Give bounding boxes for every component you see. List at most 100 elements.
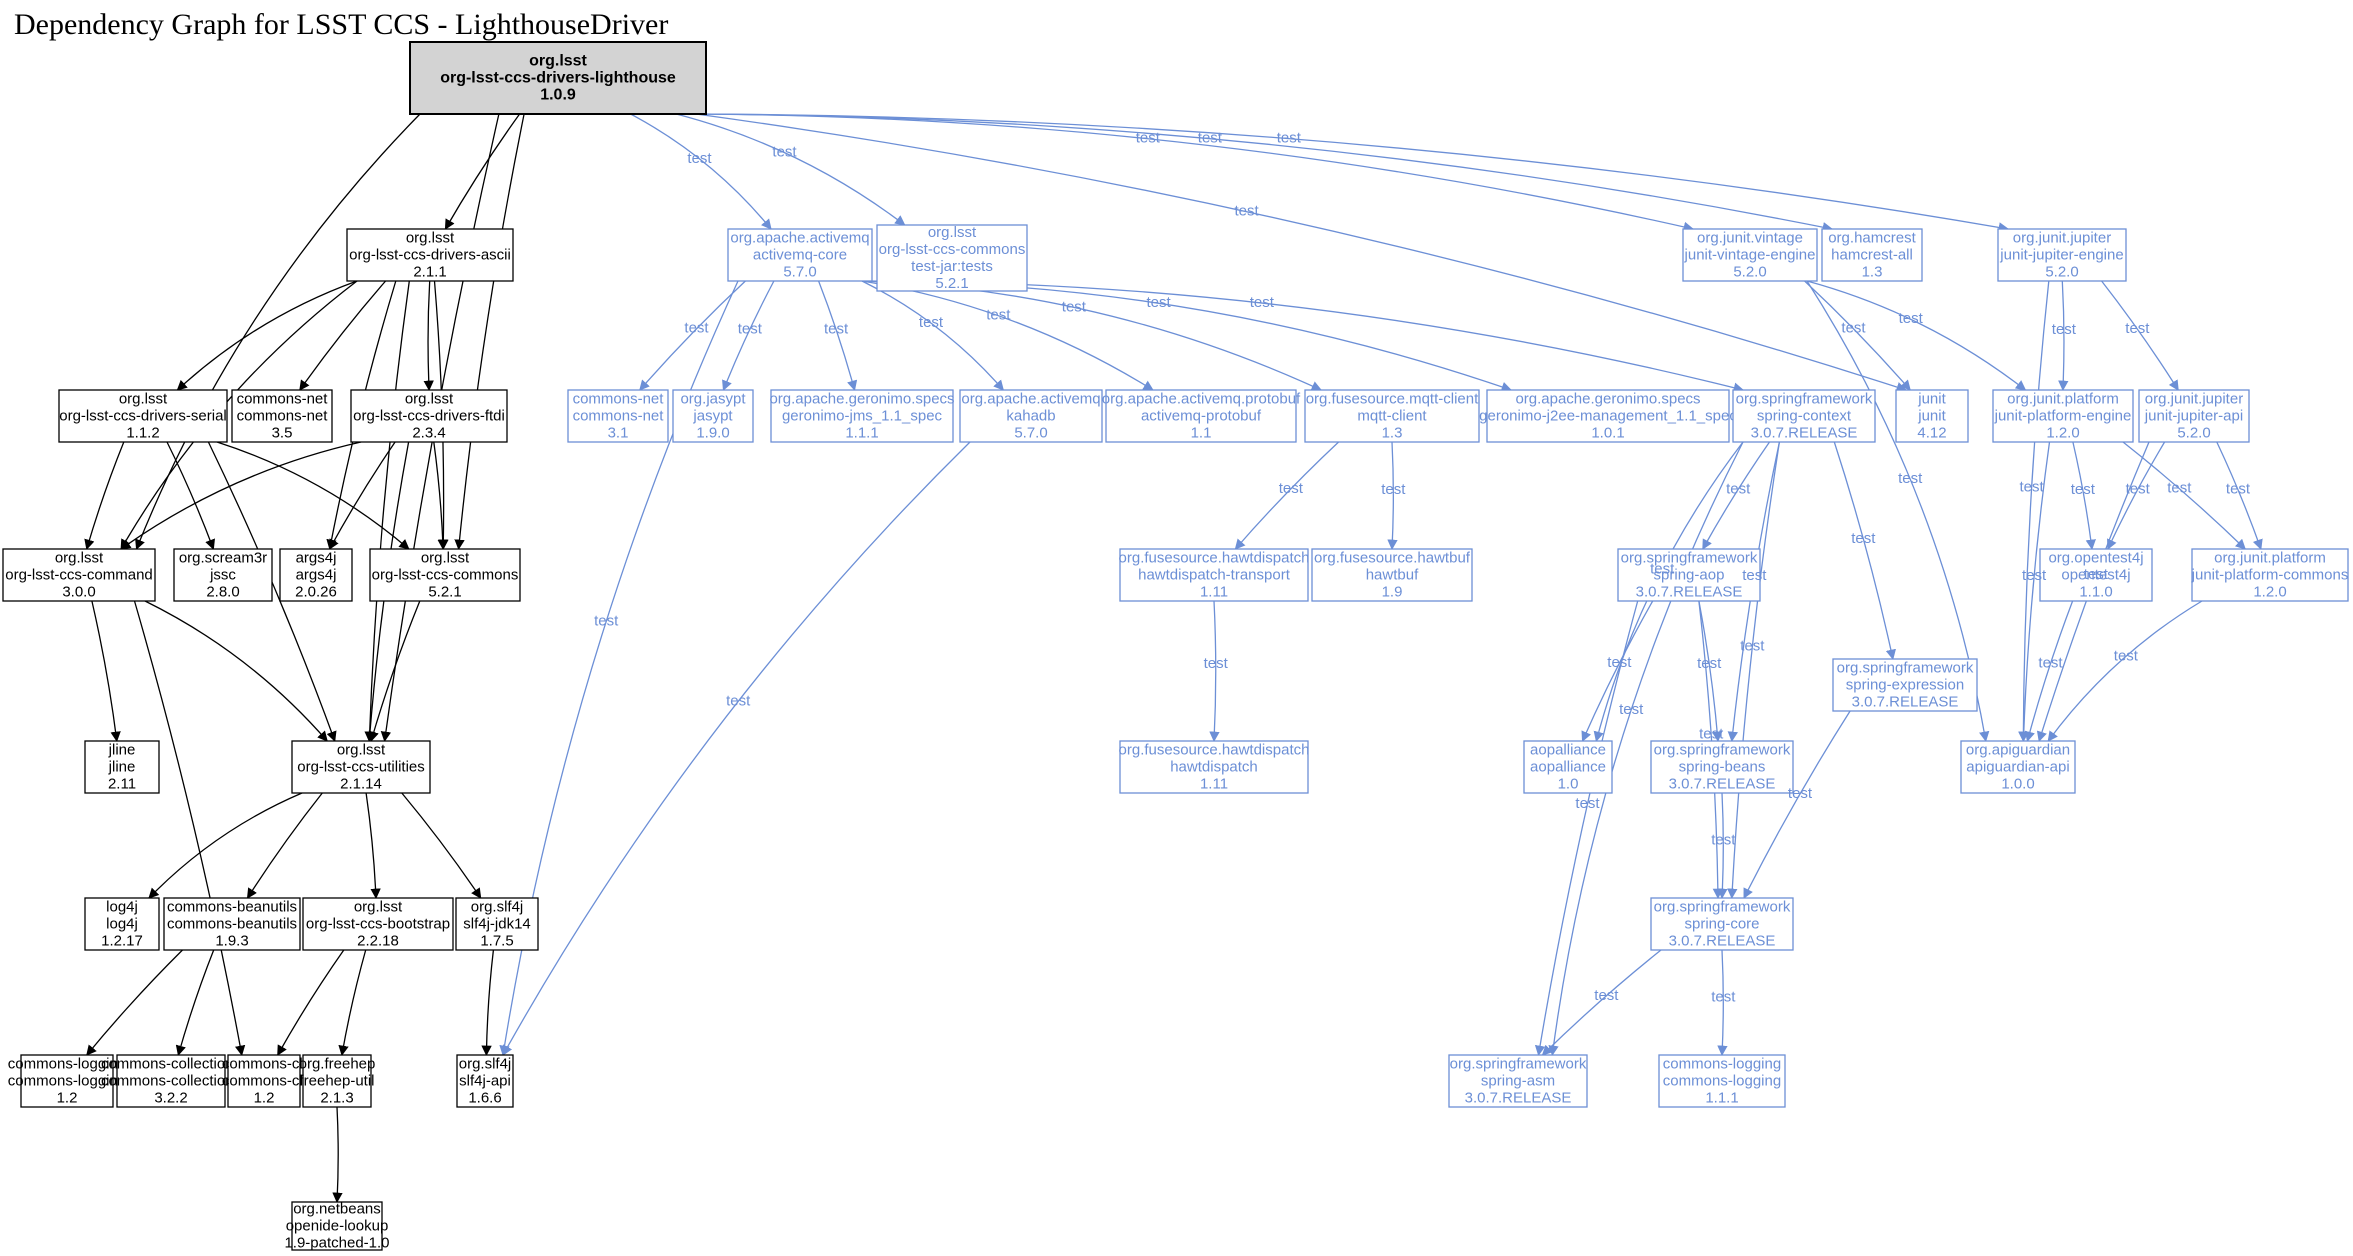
node-log4j-line-1: log4j (106, 916, 138, 933)
node-aopalliance-line-0: aopalliance (1530, 742, 1606, 759)
node-vintage-engine-line-2: 5.2.0 (1733, 264, 1766, 281)
edge-label-activemq-core-geronimo-j2ee: test (1147, 294, 1172, 311)
node-jssc-line-0: org.scream3r (179, 550, 267, 567)
node-commons-logging-111: commons-loggingcommons-logging1.1.1 (1659, 1055, 1785, 1107)
node-commons-net-31-line-2: 3.1 (608, 425, 629, 442)
node-geronimo-j2ee: org.apache.geronimo.specsgeronimo-j2ee-m… (1479, 390, 1737, 442)
node-spring-core-line-1: spring-core (1684, 916, 1759, 933)
node-activemq-protobuf-line-2: 1.1 (1191, 425, 1212, 442)
node-ccs-commons-tests-line-2: test-jar:tests (911, 258, 993, 275)
edge-kahadb-slf4j-api (503, 442, 970, 1055)
node-ccs-utilities-line-2: 2.1.14 (340, 776, 382, 793)
node-slf4j-api: org.slf4jslf4j-api1.6.6 (457, 1055, 513, 1107)
node-log4j-line-0: log4j (106, 899, 138, 916)
edge-label-activemq-core-spring-context: test (1250, 294, 1275, 311)
dependency-graph-stage: Dependency Graph for LSST CCS - Lighthou… (0, 0, 2353, 1256)
node-ascii-line-2: 2.1.1 (413, 264, 446, 281)
edge-label-spring-context-spring-expression: test (1851, 530, 1876, 547)
node-jupiter-api-line-0: org.junit.jupiter (2145, 391, 2243, 408)
node-hawtdispatch: org.fusesource.hawtdispatchhawtdispatch1… (1119, 741, 1310, 793)
node-openide-lookup: org.netbeansopenide-lookup1.9-patched-1.… (284, 1201, 389, 1252)
node-lighthouse: org.lsstorg-lsst-ccs-drivers-lighthouse1… (410, 42, 706, 114)
edge-ftdi-ccs-commons (434, 442, 443, 549)
node-log4j-line-2: 1.2.17 (101, 933, 143, 950)
node-hawtbuf: org.fusesource.hawtbufhawtbuf1.9 (1312, 549, 1472, 601)
node-activemq-protobuf: org.apache.activemq.protobufactivemq-pro… (1102, 390, 1301, 442)
node-commons-cli-line-2: 1.2 (254, 1090, 275, 1107)
node-platform-commons-line-2: 1.2.0 (2253, 584, 2286, 601)
node-ccs-command: org.lsstorg-lsst-ccs-command3.0.0 (3, 549, 155, 601)
node-spring-expression-line-1: spring-expression (1846, 677, 1964, 694)
edge-label-mqtt-client-hawtdispatch-transport: test (1279, 480, 1304, 497)
node-jupiter-api-line-1: junit-jupiter-api (2144, 408, 2243, 425)
node-geronimo-jms-line-2: 1.1.1 (845, 425, 878, 442)
node-junit-line-1: junit (1917, 408, 1946, 425)
edge-label-platform-engine-opentest4j: test (2071, 481, 2096, 498)
node-commons-net-35-line-1: commons-net (237, 408, 329, 425)
edge-ccs-utilities-log4j (149, 793, 302, 898)
edge-serial-ccs-commons (217, 442, 409, 549)
edge-label-lighthouse-activemq-core: test (687, 150, 712, 167)
node-hawtbuf-line-2: 1.9 (1382, 584, 1403, 601)
node-ccs-commons-tests-line-0: org.lsst (928, 224, 977, 241)
node-spring-expression: org.springframeworkspring-expression3.0.… (1833, 659, 1977, 711)
node-ccs-bootstrap-line-2: 2.2.18 (357, 933, 399, 950)
node-aopalliance-line-2: 1.0 (1558, 776, 1579, 793)
node-spring-aop-line-0: org.springframework (1621, 550, 1758, 567)
node-commons-cli-line-1: commons-cli (222, 1073, 306, 1090)
edge-lighthouse-ccs-commons (459, 114, 524, 549)
node-kahadb-line-0: org.apache.activemq (961, 391, 1100, 408)
node-mqtt-client-line-1: mqtt-client (1357, 408, 1427, 425)
edge-ccs-command-commons-cli (135, 601, 242, 1055)
edge-ascii-ftdi (428, 281, 430, 390)
node-hawtbuf-line-0: org.fusesource.hawtbuf (1314, 550, 1471, 567)
node-platform-engine: org.junit.platformjunit-platform-engine1… (1993, 390, 2133, 442)
edge-label-activemq-core-geronimo-jms: test (824, 321, 849, 338)
node-spring-context-line-2: 3.0.7.RELEASE (1751, 425, 1858, 442)
edge-label-vintage-engine-platform-engine: test (1899, 310, 1924, 327)
node-slf4j-jdk14-line-0: org.slf4j (471, 899, 524, 916)
node-jasypt-line-2: 1.9.0 (696, 425, 729, 442)
node-aopalliance-line-1: aopalliance (1530, 759, 1606, 776)
edge-label-spring-aop-spring-asm: test (1575, 795, 1600, 812)
node-lighthouse-line-0: org.lsst (529, 53, 587, 70)
node-spring-expression-line-2: 3.0.7.RELEASE (1852, 694, 1959, 711)
edge-label-opentest4j-apiguardian: test (2038, 654, 2063, 671)
node-ftdi: org.lsstorg-lsst-ccs-drivers-ftdi2.3.4 (351, 390, 507, 442)
node-freehep-util: org.freehepfreehep-util2.1.3 (299, 1055, 376, 1107)
node-spring-context-line-1: spring-context (1757, 408, 1852, 425)
node-geronimo-jms-line-0: org.apache.geronimo.specs (769, 391, 954, 408)
node-commons-net-31-line-1: commons-net (573, 408, 665, 425)
node-serial-line-0: org.lsst (119, 391, 168, 408)
node-commons-collections-line-1: commons-collections (101, 1073, 241, 1090)
node-slf4j-jdk14-line-1: slf4j-jdk14 (463, 916, 531, 933)
node-args4j-line-2: 2.0.26 (295, 584, 337, 601)
node-ccs-commons-line-1: org-lsst-ccs-commons (372, 567, 519, 584)
node-ascii-line-1: org-lsst-ccs-drivers-ascii (349, 247, 511, 264)
node-hawtdispatch-line-1: hawtdispatch (1170, 759, 1258, 776)
node-spring-expression-line-0: org.springframework (1837, 660, 1974, 677)
node-log4j: log4jlog4j1.2.17 (85, 898, 159, 950)
node-hamcrest-all-line-2: 1.3 (1862, 264, 1883, 281)
node-serial-line-1: org-lsst-ccs-drivers-serial (59, 408, 227, 425)
node-jline: jlinejline2.11 (85, 741, 159, 793)
node-jupiter-engine-line-2: 5.2.0 (2045, 264, 2078, 281)
node-commons-logging-111-line-0: commons-logging (1663, 1056, 1781, 1073)
node-geronimo-j2ee-line-2: 1.0.1 (1591, 425, 1624, 442)
edge-label-jupiter-engine-platform-engine: test (2052, 321, 2077, 338)
node-commons-cli: commons-clicommons-cli1.2 (222, 1055, 306, 1107)
edge-ccs-commons-ccs-utilities (371, 601, 420, 741)
edge-label-platform-engine-platform-commons: test (2167, 480, 2192, 497)
node-ascii-line-0: org.lsst (406, 230, 455, 247)
node-kahadb-line-2: 5.7.0 (1014, 425, 1047, 442)
node-mqtt-client-line-0: org.fusesource.mqtt-client (1306, 391, 1479, 408)
node-ccs-commons-line-0: org.lsst (421, 550, 470, 567)
edge-label-jupiter-api-opentest4j: test (2126, 480, 2151, 497)
edge-label-jupiter-api-apiguardian: test (2084, 566, 2109, 583)
edge-ccs-bootstrap-freehep-util (342, 950, 366, 1055)
node-ccs-commons: org.lsstorg-lsst-ccs-commons5.2.1 (370, 549, 520, 601)
node-commons-net-35-line-0: commons-net (237, 391, 329, 408)
node-jssc-line-2: 2.8.0 (206, 584, 239, 601)
node-commons-net-35: commons-netcommons-net3.5 (232, 390, 332, 442)
node-apiguardian-line-1: apiguardian-api (1966, 759, 2069, 776)
